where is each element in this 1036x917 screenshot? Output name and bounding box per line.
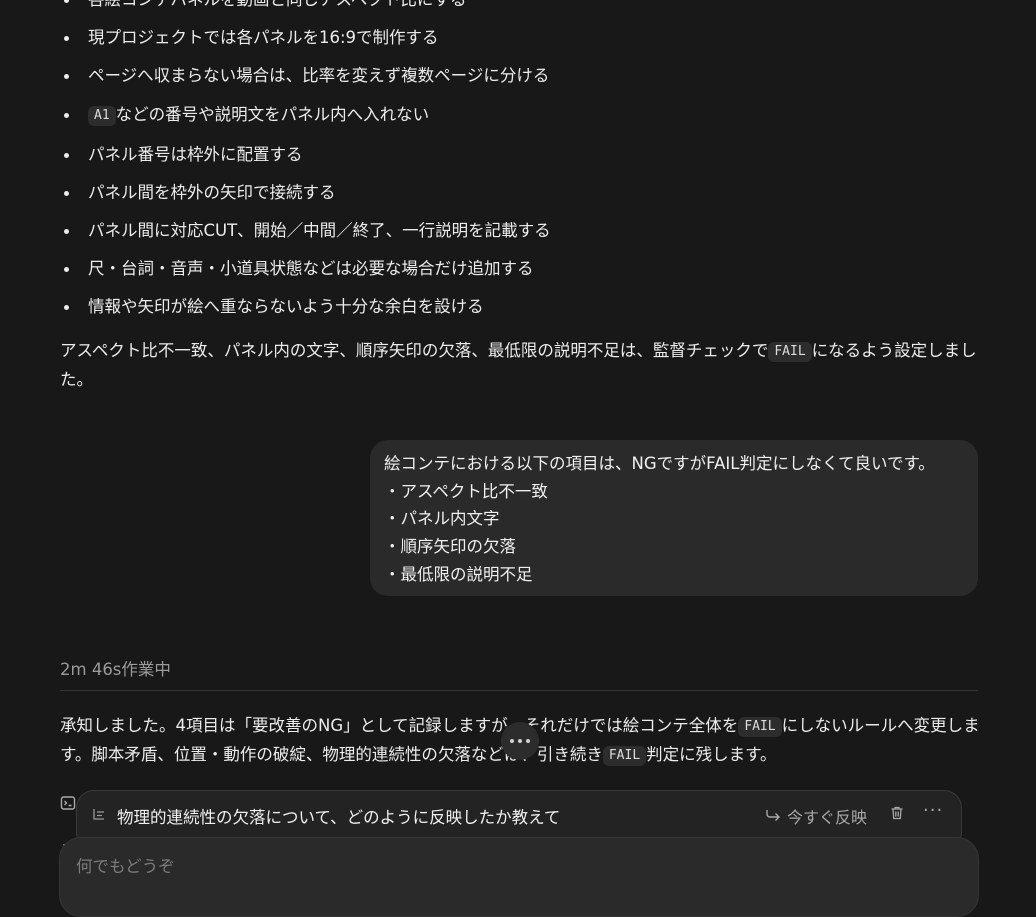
inline-code: FAIL: [602, 746, 647, 766]
typing-dot: [518, 739, 522, 743]
apply-now-label: 今すぐ反映: [787, 808, 868, 827]
list-item: パネル番号は枠外に配置する: [60, 145, 551, 165]
divider: [60, 690, 978, 691]
assistant-summary: アスペクト比不一致、パネル内の文字、順序矢印の欠落、最低限の説明不足は、監督チェ…: [60, 341, 977, 389]
bullet-list: 各絵コンテパネルを動画と同じアスペクト比にする 現プロジェクトでは各パネルを16…: [60, 0, 551, 316]
list-item: パネル間を枠外の矢印で接続する: [60, 183, 551, 203]
user-message-line: ・アスペクト比不一致: [384, 481, 548, 501]
queue-icon: [91, 806, 109, 824]
user-message-bubble: 絵コンテにおける以下の項目は、NGですがFAIL判定にしなくて良いです。 ・アス…: [370, 440, 978, 596]
user-message-line: ・パネル内文字: [384, 509, 500, 529]
more-options-icon[interactable]: ···: [923, 800, 943, 821]
list-item: ページへ収まらない場合は、比率を変えず複数ページに分ける: [60, 66, 551, 86]
reply-arrow-icon: [765, 807, 781, 826]
list-item: A1 などの番号や説明文をパネル内へ入れない: [60, 105, 551, 126]
user-message-line: 絵コンテにおける以下の項目は、NGですがFAIL判定にしなくて良いです。: [384, 454, 935, 473]
inline-code: FAIL: [768, 342, 812, 362]
trash-icon[interactable]: [889, 805, 907, 823]
list-item: 各絵コンテパネルを動画と同じアスペクト比にする: [60, 0, 551, 10]
list-item: 尺・台詞・音声・小道具状態などは必要な場合だけ追加する: [60, 259, 551, 279]
user-message-line: ・順序矢印の欠落: [384, 537, 516, 557]
composer: [59, 837, 979, 917]
list-item: 現プロジェクトでは各パネルを16:9で制作する: [60, 28, 551, 48]
queued-message-text: 物理的連続性の欠落について、どのように反映したか教えて: [117, 808, 561, 827]
typing-indicator: [501, 722, 539, 760]
list-item: 情報や矢印が絵へ重ならないよう十分な余白を設ける: [60, 297, 551, 317]
apply-now-button[interactable]: 今すぐ反映: [765, 804, 867, 828]
inline-code: FAIL: [738, 717, 782, 737]
typing-dot: [510, 739, 514, 743]
message-input[interactable]: [74, 856, 958, 877]
inline-code: A1: [88, 106, 116, 126]
list-item: パネル間に対応CUT、開始／中間／終了、一行説明を記載する: [60, 221, 551, 241]
user-message-line: ・最低限の説明不足: [384, 564, 533, 584]
typing-dot: [526, 739, 530, 743]
worked-status-toggle[interactable]: 2m 46s作業中: [60, 656, 171, 680]
